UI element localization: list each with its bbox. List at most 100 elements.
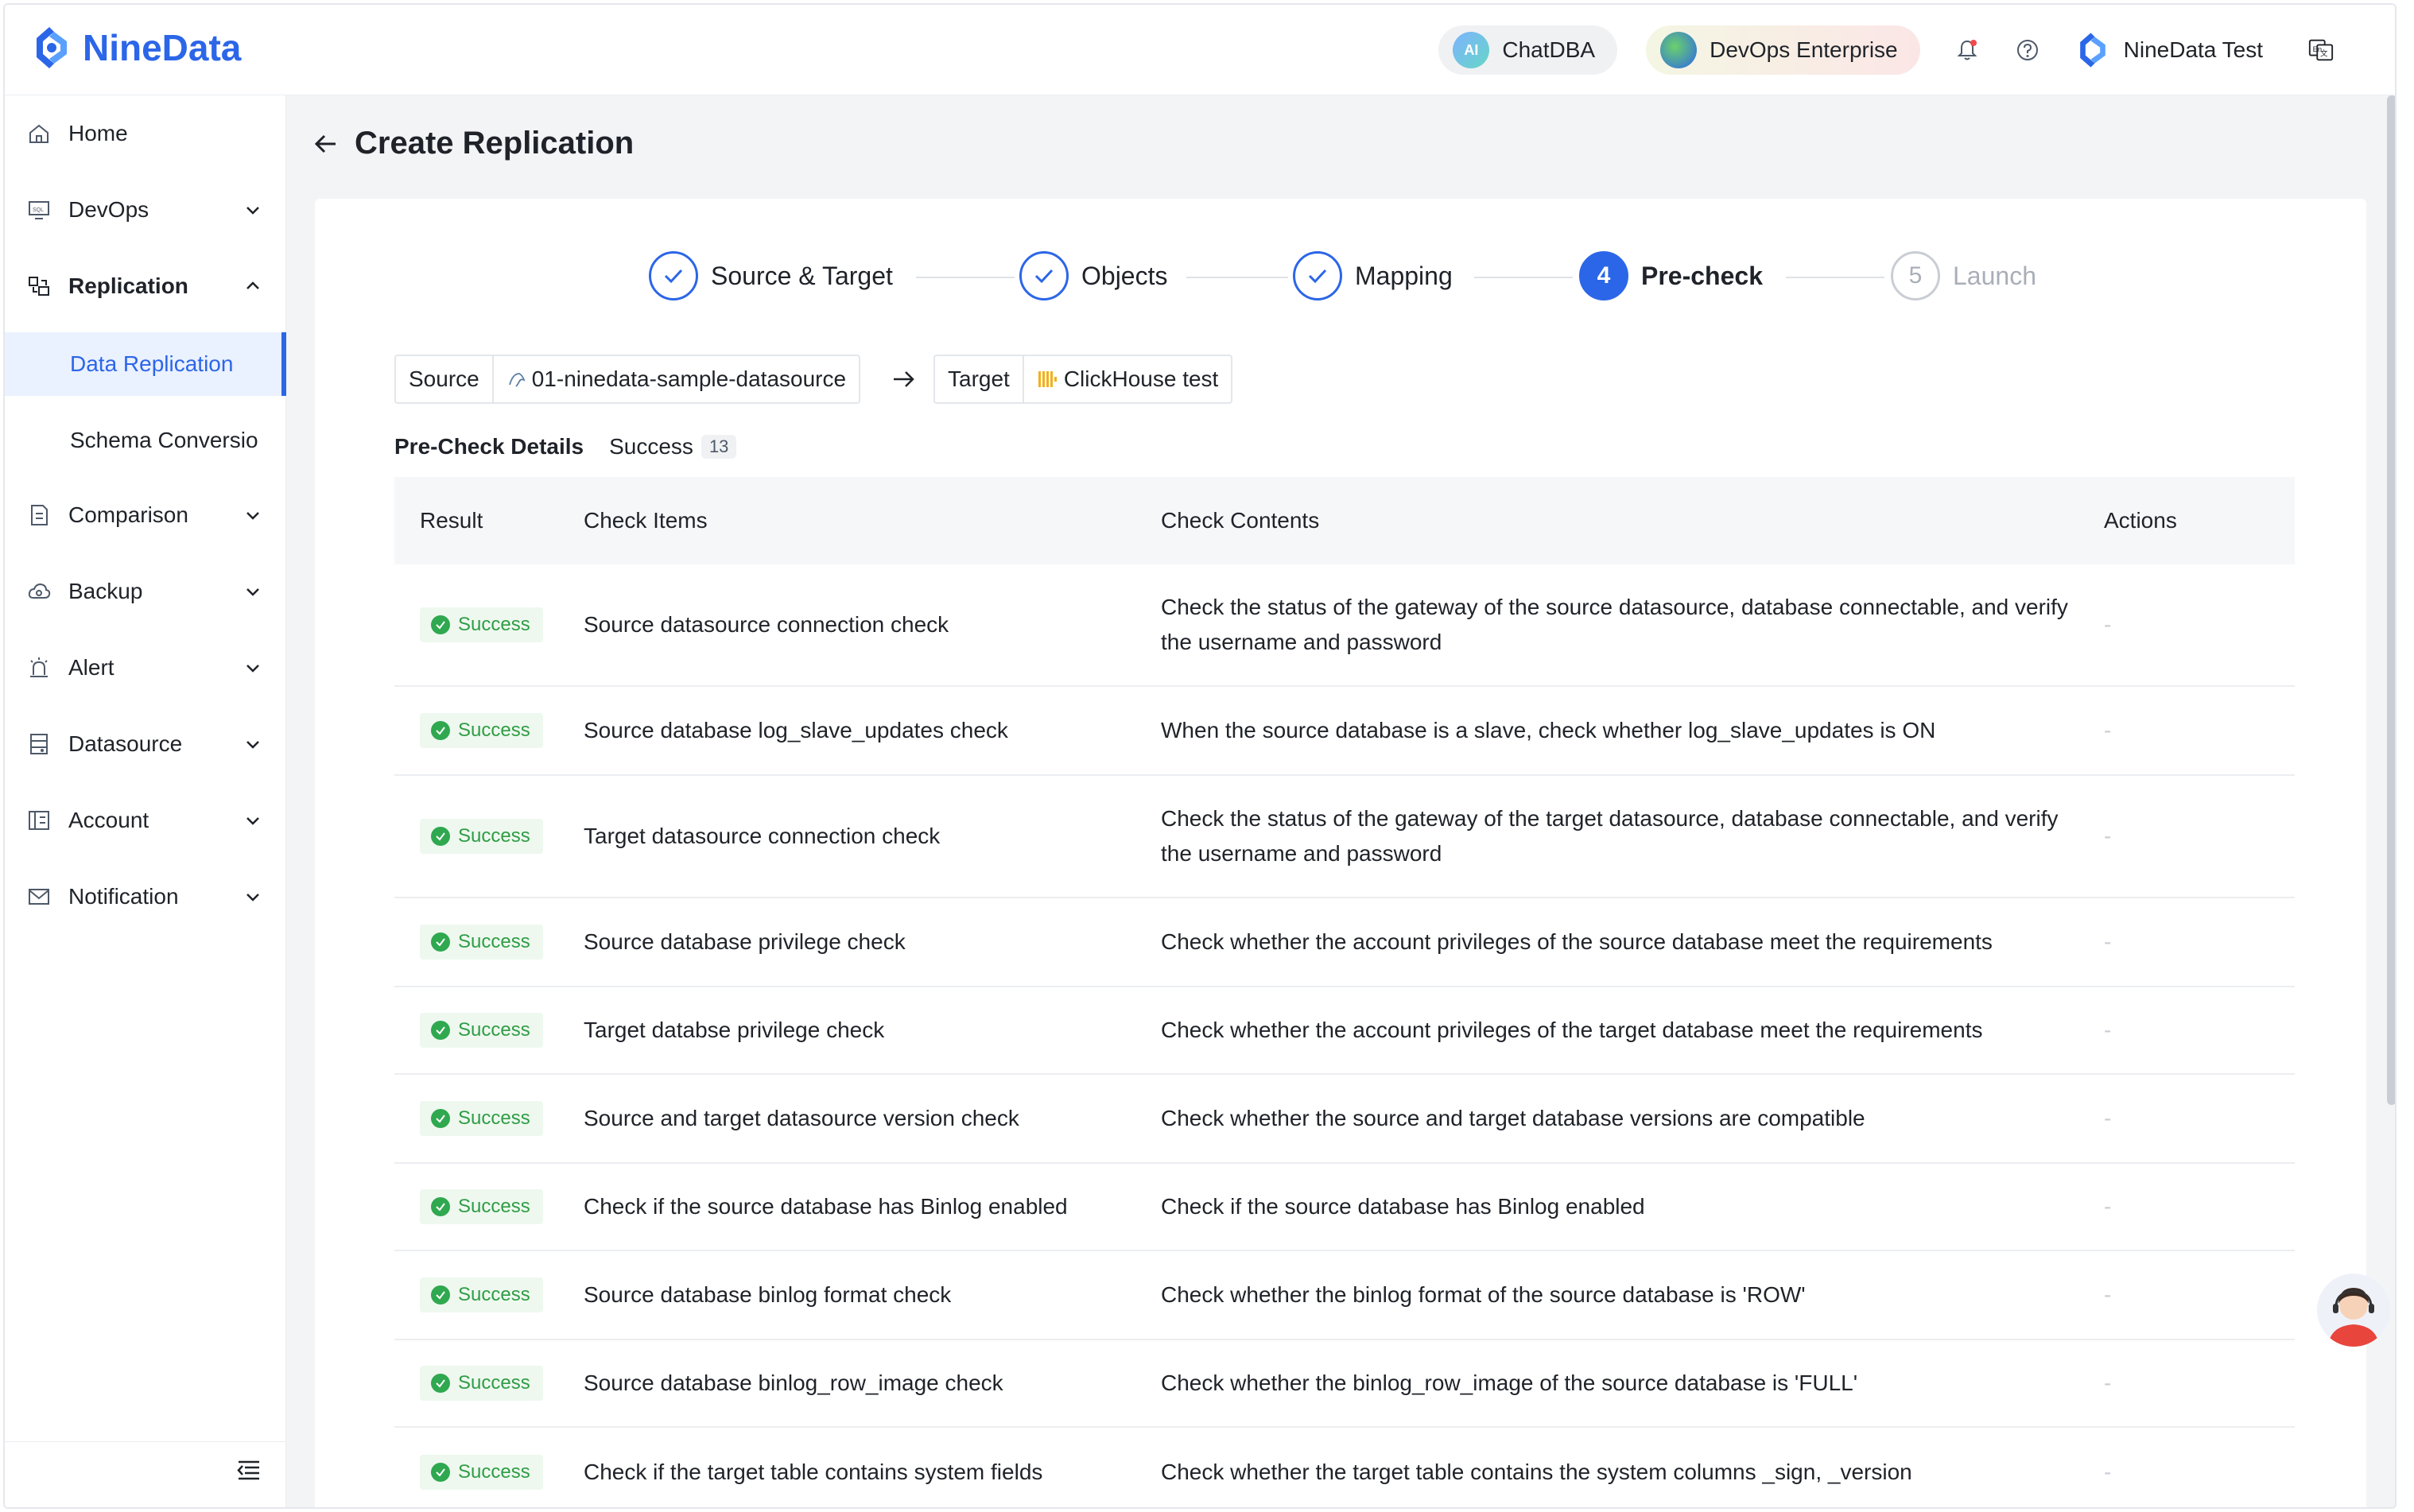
table-row: Success Source database log_slave_update… (394, 687, 2295, 776)
result-label: Success (458, 1372, 530, 1394)
table-row: Success Source and target datasource ver… (394, 1075, 2295, 1164)
page-header: Create Replication (312, 126, 634, 161)
result-label: Success (458, 1461, 530, 1483)
chevron-up-icon (246, 281, 259, 289)
alarm-icon (25, 654, 52, 681)
target-value: ClickHouse test (1063, 366, 1219, 391)
success-badge: Success (420, 1366, 543, 1401)
table-row: Success Check if the source database has… (394, 1164, 2295, 1251)
chevron-down-icon (246, 894, 259, 901)
step-connector (1186, 277, 1288, 278)
check-content: Check whether the target table contains … (1161, 1460, 1912, 1484)
app-logo[interactable]: NineData (30, 24, 241, 72)
sql-console-icon: SQL (25, 196, 52, 223)
table-row: Success Source database binlog_row_image… (394, 1340, 2295, 1428)
sidebar-item-label: Account (68, 808, 149, 832)
sidebar-item-comparison[interactable]: Comparison (5, 483, 286, 547)
chevron-down-icon (246, 207, 259, 215)
arrow-right-icon (894, 371, 914, 387)
user-org-icon (2079, 33, 2105, 68)
step-label: Launch (1953, 261, 2036, 290)
sidebar-item-label: Replication (68, 273, 188, 298)
success-badge: Success (420, 1101, 543, 1136)
column-header-check-items: Check Items (584, 508, 708, 533)
target-label: Target (935, 356, 1024, 402)
sidebar-item-devops[interactable]: SQL DevOps (5, 178, 286, 242)
edition-button[interactable]: DevOps Enterprise (1646, 25, 1920, 75)
action-cell: - (2104, 1460, 2112, 1484)
sidebar-subitem-data-replication[interactable]: Data Replication (5, 332, 286, 396)
result-label: Success (458, 1019, 530, 1041)
sidebar-item-label: Home (68, 121, 128, 145)
app-window: NineData AI ChatDBA DevOps Enterprise Ni… (3, 3, 2397, 1509)
check-icon (649, 251, 698, 300)
wizard-steps: Source & Target Objects Mapping 4 Pre-ch… (315, 251, 2366, 304)
main-card: Source & Target Objects Mapping 4 Pre-ch… (315, 199, 2366, 1507)
check-content: Check the status of the gateway of the s… (1161, 595, 2068, 654)
check-content: Check whether the account privileges of … (1161, 929, 1993, 954)
page-scrollbar[interactable] (2387, 95, 2395, 1105)
table-row: Success Target databse privilege check C… (394, 987, 2295, 1075)
language-icon[interactable]: En 文 (2307, 37, 2334, 64)
collapse-sidebar-icon[interactable] (235, 1456, 262, 1483)
sidebar-item-datasource[interactable]: Datasource (5, 712, 286, 776)
back-arrow-icon[interactable] (312, 130, 340, 158)
check-content: Check if the source database has Binlog … (1161, 1194, 1645, 1219)
table-row: Success Check if the target table contai… (394, 1428, 2295, 1507)
result-label: Success (458, 1196, 530, 1217)
precheck-table: Result Check Items Check Contents Action… (394, 477, 2295, 1507)
check-item: Source database binlog format check (584, 1282, 952, 1307)
check-content: Check whether the binlog_row_image of th… (1161, 1370, 1858, 1395)
success-badge: Success (420, 819, 543, 854)
bell-icon[interactable] (1954, 37, 1981, 64)
action-cell: - (2104, 612, 2112, 637)
sidebar-item-notification[interactable]: Notification (5, 865, 286, 929)
help-icon[interactable] (2014, 37, 2041, 64)
result-label: Success (458, 719, 530, 741)
step-connector (1786, 277, 1884, 278)
cloud-backup-icon (25, 578, 52, 605)
header-actions: AI ChatDBA DevOps Enterprise NineData Te… (1410, 25, 2334, 75)
success-badge: Success (420, 1189, 543, 1224)
step-source-target[interactable]: Source & Target (649, 251, 893, 300)
step-connector (1474, 277, 1573, 278)
page-title: Create Replication (355, 126, 635, 161)
step-connector (916, 277, 1015, 278)
step-precheck[interactable]: 4 Pre-check (1579, 251, 1763, 300)
sidebar-subitem-label: Schema Conversio (70, 428, 258, 452)
precheck-summary: Pre-Check Details Success 13 (394, 434, 737, 459)
result-label: Success (458, 825, 530, 847)
sidebar-subitem-label: Data Replication (70, 351, 234, 376)
step-launch[interactable]: 5 Launch (1891, 251, 2036, 300)
sidebar-item-backup[interactable]: Backup (5, 560, 286, 623)
top-header: NineData AI ChatDBA DevOps Enterprise Ni… (5, 5, 2395, 95)
sidebar-item-account[interactable]: Account (5, 789, 286, 852)
success-badge: Success (420, 1455, 543, 1490)
precheck-status-filter[interactable]: Success (609, 434, 693, 459)
logo-text: NineData (83, 27, 242, 68)
check-content: When the source database is a slave, che… (1161, 718, 1936, 742)
datasource-icon (25, 731, 52, 758)
step-mapping[interactable]: Mapping (1293, 251, 1453, 300)
result-label: Success (458, 1107, 530, 1129)
source-tag: Source 01-ninedata-sample-datasource (394, 355, 861, 404)
sidebar-item-alert[interactable]: Alert (5, 636, 286, 700)
check-content: Check the status of the gateway of the t… (1161, 806, 2059, 866)
sidebar-item-replication[interactable]: Replication (5, 254, 286, 318)
mail-icon (25, 883, 52, 910)
support-avatar-icon[interactable] (2317, 1274, 2390, 1347)
user-menu[interactable]: NineData Test (2074, 30, 2263, 70)
sidebar-item-home[interactable]: Home (5, 102, 286, 165)
step-objects[interactable]: Objects (1019, 251, 1167, 300)
ninedata-logo-icon (37, 27, 67, 68)
result-label: Success (458, 931, 530, 952)
step-label: Source & Target (711, 261, 893, 290)
target-tag: Target ClickHouse test (933, 355, 1233, 404)
sidebar-subitem-schema-conversion[interactable]: Schema Conversio (5, 409, 286, 472)
check-circle-icon (431, 827, 450, 846)
action-cell: - (2104, 1282, 2112, 1307)
action-cell: - (2104, 1018, 2112, 1042)
check-content: Check whether the account privileges of … (1161, 1018, 1983, 1042)
chatdba-button[interactable]: AI ChatDBA (1438, 25, 1618, 75)
chevron-down-icon (246, 588, 259, 596)
